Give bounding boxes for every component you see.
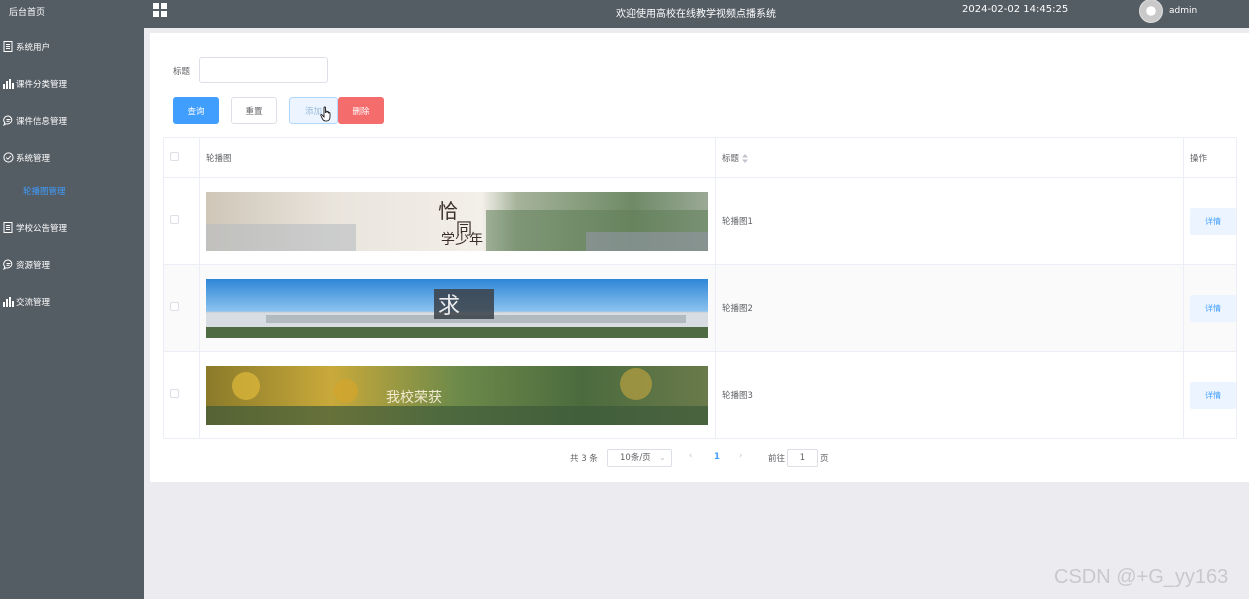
row-checkbox-cell — [163, 264, 200, 352]
svg-text:求: 求 — [438, 294, 460, 319]
sidebar-item-home[interactable]: 后台首页 — [0, 0, 144, 28]
sidebar-item-label: 课件信息管理 — [16, 116, 68, 127]
row-checkbox[interactable] — [170, 389, 179, 398]
row-checkbox[interactable] — [170, 215, 179, 224]
select-all-checkbox[interactable] — [170, 151, 179, 161]
sidebar-item-label: 课件分类管理 — [16, 79, 68, 90]
page-size-value: 10条/页 — [620, 453, 651, 463]
main-content: 标题 查询 重置 添加 删除 轮播图 标题 操作 恰 同 学少年 轮播图1 详情… — [150, 33, 1249, 482]
table-row: 恰 同 学少年 轮播图1 详情 — [163, 177, 1237, 265]
chat-icon — [2, 115, 14, 127]
reset-button[interactable]: 重置 — [231, 97, 277, 124]
svg-text:恰: 恰 — [438, 199, 458, 223]
sidebar-item-course-category[interactable]: 课件分类管理 — [0, 65, 144, 102]
username[interactable]: admin — [1169, 6, 1197, 16]
banner-cell: 我校荣获 — [199, 351, 716, 439]
sidebar-item-label: 系统管理 — [16, 153, 51, 164]
sidebar-item-label: 交流管理 — [16, 297, 51, 308]
row-action-cell: 详情 — [1183, 351, 1237, 439]
carousel-table: 轮播图 标题 操作 恰 同 学少年 轮播图1 详情 求 轮播图2 详情 我校荣获… — [163, 137, 1237, 439]
sidebar-item-system-users[interactable]: 系统用户 — [0, 28, 144, 65]
table-header-row: 轮播图 标题 操作 — [163, 137, 1237, 178]
menu-grid-icon[interactable] — [153, 3, 167, 17]
chevron-down-icon: ⌄ — [658, 453, 666, 463]
row-title: 轮播图1 — [715, 177, 1184, 265]
select-all-cell — [163, 137, 200, 178]
page-size-select[interactable]: 10条/页 ⌄ — [607, 449, 672, 467]
sidebar-item-label: 学校公告管理 — [16, 223, 68, 234]
sidebar: 后台首页 系统用户 课件分类管理 课件信息管理 系统管理 轮播图管理 学校公告管… — [0, 0, 144, 599]
row-checkbox-cell — [163, 177, 200, 265]
pagination-total: 共 3 条 — [570, 454, 598, 464]
datetime: 2024-02-02 14:45:25 — [962, 4, 1069, 15]
banner-image-autumn-campus[interactable]: 我校荣获 — [206, 365, 708, 425]
page-title: 欢迎使用高校在线教学视频点播系统 — [616, 9, 776, 20]
next-page-icon[interactable]: › — [739, 451, 742, 461]
svg-text:我校荣获: 我校荣获 — [386, 389, 442, 406]
row-checkbox[interactable] — [170, 302, 179, 311]
detail-button[interactable]: 详情 — [1190, 294, 1236, 322]
sidebar-item-label: 系统用户 — [16, 42, 51, 53]
delete-button[interactable]: 删除 — [338, 97, 384, 124]
title-search-input[interactable] — [199, 57, 328, 83]
goto-label: 前往 — [768, 454, 786, 464]
row-action-cell: 详情 — [1183, 264, 1237, 352]
row-title: 轮播图3 — [715, 351, 1184, 439]
column-header-image: 轮播图 — [199, 137, 716, 178]
banner-image-campus-buildings[interactable]: 求 — [206, 278, 708, 338]
sidebar-item-system-manage[interactable]: 系统管理 — [0, 139, 144, 176]
goto-page-input[interactable]: 1 — [787, 449, 818, 467]
pagination: 共 3 条 10条/页 ⌄ ‹ 1 › 前往 1 页 — [150, 449, 1249, 467]
search-label: 标题 — [173, 67, 191, 77]
svg-text:学少年: 学少年 — [441, 232, 483, 248]
table-row: 求 轮播图2 详情 — [163, 264, 1237, 352]
sidebar-subitem-carousel[interactable]: 轮播图管理 — [0, 176, 144, 209]
bar-chart-icon — [2, 78, 14, 90]
chat-icon — [2, 259, 14, 271]
sidebar-item-label: 资源管理 — [16, 260, 51, 271]
sort-icon[interactable] — [742, 153, 749, 163]
detail-button[interactable]: 详情 — [1190, 381, 1236, 409]
column-header-action: 操作 — [1183, 137, 1237, 178]
document-icon — [2, 222, 14, 234]
query-button[interactable]: 查询 — [173, 97, 219, 124]
bar-chart-icon — [2, 296, 14, 308]
row-checkbox-cell — [163, 351, 200, 439]
prev-page-icon[interactable]: ‹ — [689, 451, 692, 461]
page-number-current[interactable]: 1 — [714, 452, 720, 462]
banner-image-campus-avenue[interactable]: 恰 同 学少年 — [206, 191, 708, 251]
banner-cell: 恰 同 学少年 — [199, 177, 716, 265]
detail-button[interactable]: 详情 — [1190, 207, 1236, 235]
avatar[interactable] — [1139, 0, 1163, 23]
sidebar-item-exchange[interactable]: 交流管理 — [0, 283, 144, 320]
page-suffix: 页 — [820, 454, 829, 464]
sidebar-item-school-notice[interactable]: 学校公告管理 — [0, 209, 144, 246]
check-circle-icon — [2, 152, 14, 164]
sidebar-item-course-info[interactable]: 课件信息管理 — [0, 102, 144, 139]
column-header-title[interactable]: 标题 — [715, 137, 1184, 178]
watermark: CSDN @+G_yy163 — [1054, 566, 1229, 588]
row-action-cell: 详情 — [1183, 177, 1237, 265]
sidebar-item-resources[interactable]: 资源管理 — [0, 246, 144, 283]
hand-cursor-icon — [320, 106, 331, 122]
document-icon — [2, 41, 14, 53]
column-header-title-label: 标题 — [722, 153, 740, 164]
top-bar: 欢迎使用高校在线教学视频点播系统 2024-02-02 14:45:25 adm… — [144, 0, 1249, 28]
banner-cell: 求 — [199, 264, 716, 352]
row-title: 轮播图2 — [715, 264, 1184, 352]
table-row: 我校荣获 轮播图3 详情 — [163, 351, 1237, 439]
